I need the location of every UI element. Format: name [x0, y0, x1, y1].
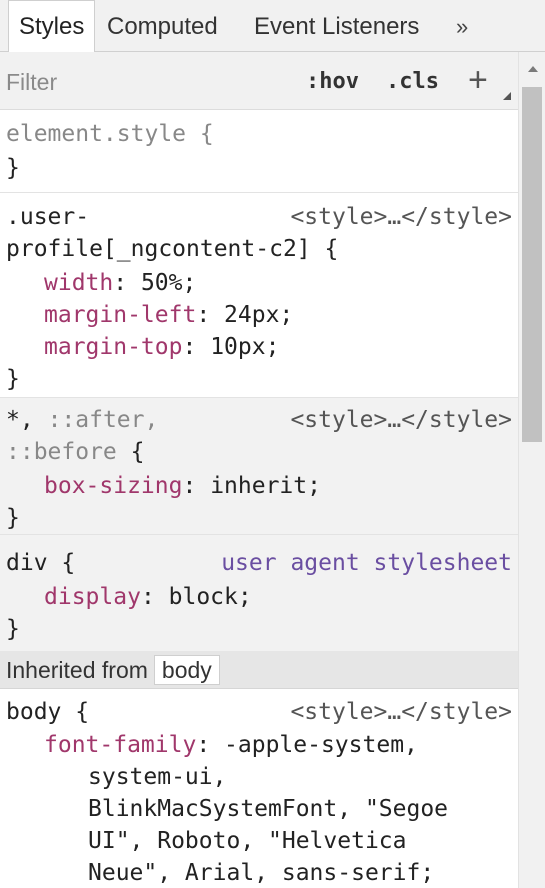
- filter-input[interactable]: Filter: [6, 66, 286, 98]
- rule-close-brace: }: [6, 155, 20, 181]
- rule-selector[interactable]: .user- <style>…</style>: [0, 201, 518, 233]
- universal-selector-rule: *, ::after, <style>…</style> ::before { …: [0, 398, 518, 535]
- tab-styles[interactable]: Styles: [8, 0, 96, 52]
- div-user-agent-rule: div { user agent stylesheet display: blo…: [0, 535, 518, 651]
- rule-selector[interactable]: div { user agent stylesheet: [0, 547, 518, 579]
- cls-toggle-button[interactable]: .cls: [386, 66, 439, 98]
- tab-event-listeners[interactable]: Event Listeners: [254, 0, 419, 52]
- rule-selector[interactable]: body { <style>…</style>: [0, 696, 518, 728]
- scrollbar-thumb[interactable]: [522, 87, 542, 442]
- declaration-box-sizing[interactable]: box-sizing: inherit;: [0, 470, 518, 502]
- rule-close-brace: }: [6, 616, 20, 642]
- rule-source-link[interactable]: <style>…</style>: [290, 201, 512, 233]
- rule-selector[interactable]: *, ::after, <style>…</style>: [0, 404, 518, 436]
- declaration-value-continued: Neue", Arial, sans-serif;: [88, 860, 435, 886]
- declaration-width[interactable]: width: 50%;: [0, 267, 518, 299]
- inherited-element-link[interactable]: body: [153, 655, 220, 685]
- scroll-up-arrow-icon[interactable]: [528, 66, 538, 72]
- declaration-margin-top[interactable]: margin-top: 10px;: [0, 331, 518, 363]
- more-tabs-chevron-icon[interactable]: »: [456, 0, 468, 52]
- inherited-from-header: Inherited from body: [0, 651, 518, 689]
- vertical-scrollbar[interactable]: [518, 52, 545, 888]
- dropdown-corner-icon: [503, 92, 511, 100]
- hov-toggle-button[interactable]: :hov: [306, 66, 359, 98]
- styles-toolbar: Filter :hov .cls +: [0, 52, 518, 110]
- rule-source-link[interactable]: <style>…</style>: [290, 404, 512, 436]
- rule-close-brace: }: [6, 366, 20, 392]
- element-style-rule: element.style { }: [0, 110, 518, 193]
- user-profile-rule: .user- <style>…</style> profile[_ngconte…: [0, 193, 518, 398]
- declaration-font-family[interactable]: font-family: -apple-system,: [0, 729, 518, 761]
- tab-computed[interactable]: Computed: [107, 0, 218, 52]
- user-agent-stylesheet-label: user agent stylesheet: [221, 550, 512, 576]
- declaration-margin-left[interactable]: margin-left: 24px;: [0, 299, 518, 331]
- rule-selector-continued[interactable]: ::before {: [0, 436, 518, 468]
- declaration-display[interactable]: display: block;: [0, 581, 518, 613]
- declaration-value-continued: system-ui,: [88, 764, 227, 790]
- declaration-value-continued: UI", Roboto, "Helvetica: [88, 828, 407, 854]
- styles-pane: element.style { } .user- <style>…</style…: [0, 110, 518, 888]
- rule-close-brace: }: [6, 505, 20, 531]
- body-rule: body { <style>…</style> font-family: -ap…: [0, 689, 518, 888]
- rule-source-link[interactable]: <style>…</style>: [290, 696, 512, 728]
- declaration-value-continued: BlinkMacSystemFont, "Segoe: [88, 796, 449, 822]
- inherited-from-label: Inherited from: [6, 657, 148, 683]
- devtools-tab-bar: Styles Computed Event Listeners »: [0, 0, 545, 52]
- new-style-rule-button[interactable]: +: [468, 60, 488, 100]
- rule-selector-continued[interactable]: profile[_ngcontent-c2] {: [0, 233, 518, 265]
- element-style-selector[interactable]: element.style {: [0, 118, 518, 150]
